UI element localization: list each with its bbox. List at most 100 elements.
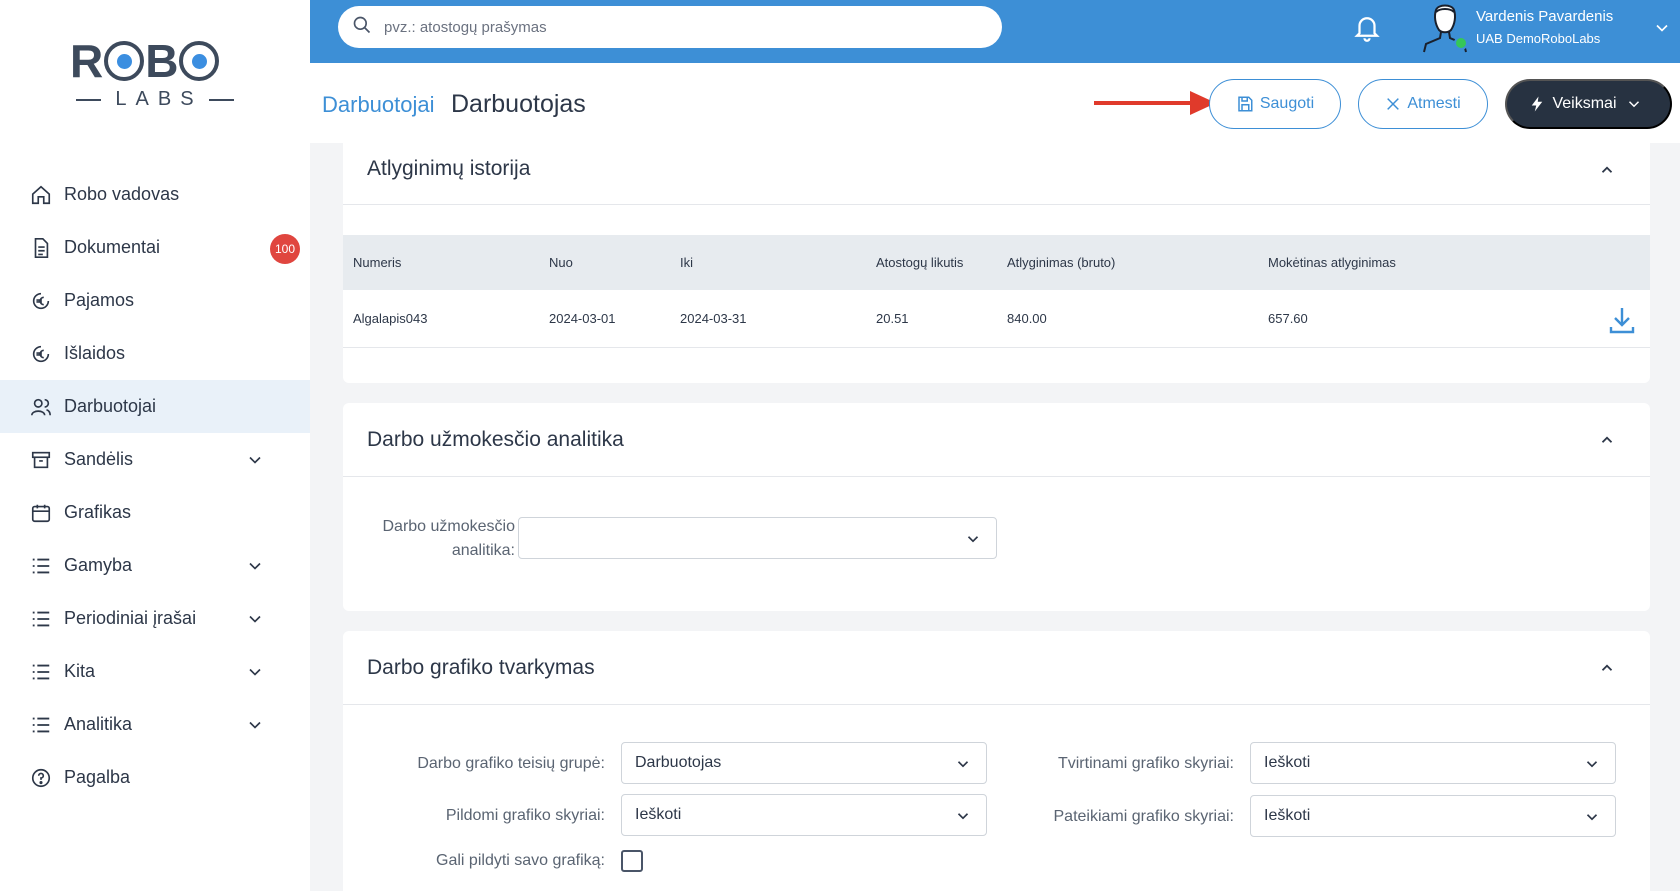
table-cell: 657.60 <box>1268 311 1308 326</box>
save-button[interactable]: Saugoti <box>1209 79 1341 129</box>
sidebar-item-grafikas[interactable]: Grafikas <box>0 486 310 539</box>
sidebar-item-pajamos[interactable]: Pajamos <box>0 274 310 327</box>
filled-sections-select[interactable]: Ieškoti <box>621 794 987 836</box>
sidebar-item-gamyba[interactable]: Gamyba <box>0 539 310 592</box>
search-input[interactable] <box>384 18 964 36</box>
sidebar-item-dokumentai[interactable]: Dokumentai 100 <box>0 221 310 274</box>
app-root: RB LABS Robo vadovas Dokumentai 100 Paja… <box>0 0 1680 891</box>
chevron-down-icon[interactable] <box>245 450 265 470</box>
chevron-up-icon[interactable] <box>1598 161 1616 179</box>
list-icon <box>30 608 52 630</box>
users-icon <box>30 396 52 418</box>
chevron-down-icon <box>954 807 972 825</box>
card-header[interactable]: Darbo užmokesčio analitika <box>343 403 1650 477</box>
select-value: Darbuotojas <box>635 754 722 771</box>
table-cell: Algalapis043 <box>353 311 428 326</box>
table-cell: 20.51 <box>876 311 909 326</box>
user-company[interactable]: UAB DemoRoboLabs <box>1476 31 1600 46</box>
cancel-label: Atmesti <box>1407 95 1461 112</box>
online-status-indicator <box>1454 36 1468 50</box>
submitted-sections-label: Pateikiami grafiko skyriai: <box>1053 808 1235 825</box>
chevron-down-icon <box>964 530 982 548</box>
sidebar-item-label: Sandėlis <box>64 449 134 469</box>
sidebar-item-robo-vadovas[interactable]: Robo vadovas <box>0 168 310 221</box>
cancel-button[interactable]: Atmesti <box>1358 79 1488 129</box>
salary-history-card: Atlyginimų istorija Numeris Nuo Iki Atos… <box>343 143 1650 383</box>
rights-group-label: Darbo grafiko teisių grupė: <box>417 755 605 772</box>
sidebar-item-periodiniai-irasai[interactable]: Periodiniai įrašai <box>0 592 310 645</box>
column-header: Numeris <box>353 255 402 270</box>
approved-sections-label: Tvirtinami grafiko skyriai: <box>1057 755 1234 772</box>
chevron-down-icon <box>954 755 972 773</box>
sidebar-item-sandelis[interactable]: Sandėlis <box>0 433 310 486</box>
rights-group-select[interactable]: Darbuotojas <box>621 742 987 784</box>
chevron-down-icon[interactable] <box>245 609 265 629</box>
euro-icon <box>30 290 52 312</box>
sidebar-item-label: Darbuotojai <box>64 396 157 416</box>
chevron-down-icon <box>1583 808 1601 826</box>
sidebar-item-label: Robo vadovas <box>64 184 180 204</box>
can-fill-own-schedule-label: Gali pildyti savo grafiką: <box>436 852 605 869</box>
sidebar: RB LABS Robo vadovas Dokumentai 100 Paja… <box>0 0 310 891</box>
submitted-sections-select[interactable]: Ieškoti <box>1250 795 1616 837</box>
card-header[interactable]: Atlyginimų istorija <box>343 143 1650 205</box>
search-bar[interactable] <box>338 6 1002 48</box>
label-line: Darbo užmokesčio <box>382 518 516 535</box>
chevron-down-icon <box>1628 101 1639 108</box>
sidebar-item-label: Išlaidos <box>64 343 126 363</box>
top-bar: Vardenis Pavardenis UAB DemoRoboLabs <box>310 0 1680 63</box>
user-name[interactable]: Vardenis Pavardenis <box>1476 8 1613 25</box>
lightning-icon <box>1532 96 1543 112</box>
sidebar-item-analitika[interactable]: Analitika <box>0 698 310 751</box>
breadcrumb-darbuotojai[interactable]: Darbuotojai <box>322 92 435 118</box>
column-header: Mokėtinas atlyginimas <box>1268 255 1396 270</box>
approved-sections-select[interactable]: Ieškoti <box>1250 742 1616 784</box>
sidebar-item-label: Pagalba <box>64 767 131 787</box>
chevron-up-icon[interactable] <box>1598 659 1616 677</box>
robolabs-logo[interactable]: RB LABS <box>70 38 240 118</box>
sidebar-item-darbuotojai[interactable]: Darbuotojai <box>0 380 310 433</box>
can-fill-own-schedule-checkbox[interactable] <box>621 850 643 872</box>
payroll-analytics-label: Darbo užmokesčio analitika: <box>355 515 516 563</box>
euro-icon <box>30 343 52 365</box>
download-icon[interactable] <box>1608 305 1636 335</box>
sidebar-item-pagalba[interactable]: Pagalba <box>0 751 310 804</box>
document-icon <box>30 237 52 259</box>
list-icon <box>30 661 52 683</box>
table-cell: 2024-03-01 <box>549 311 616 326</box>
bell-icon[interactable] <box>1352 12 1382 42</box>
sidebar-item-label: Kita <box>64 661 96 681</box>
filled-sections-label: Pildomi grafiko skyriai: <box>445 807 605 824</box>
table-header: Numeris Nuo Iki Atostogų likutis Atlygin… <box>343 235 1650 290</box>
payroll-analytics-select[interactable] <box>518 517 997 559</box>
chevron-down-icon[interactable] <box>245 556 265 576</box>
sidebar-item-kita[interactable]: Kita <box>0 645 310 698</box>
select-value: Ieškoti <box>1264 807 1311 824</box>
chevron-up-icon[interactable] <box>1598 431 1616 449</box>
schedule-management-card: Darbo grafiko tvarkymas Darbo grafiko te… <box>343 631 1650 891</box>
page-header: Darbuotojai Darbuotojas Saugoti Atmesti … <box>310 63 1680 143</box>
actions-button[interactable]: Veiksmai <box>1505 79 1672 129</box>
chevron-down-icon[interactable] <box>1652 18 1672 38</box>
list-icon <box>30 555 52 577</box>
sidebar-item-label: Pajamos <box>64 290 135 310</box>
chevron-down-icon[interactable] <box>245 715 265 735</box>
card-title: Darbo užmokesčio analitika <box>367 428 624 451</box>
sidebar-item-islaidos[interactable]: Išlaidos <box>0 327 310 380</box>
page-title: Darbuotojas <box>451 90 586 118</box>
close-icon <box>1387 98 1400 110</box>
select-value: Ieškoti <box>635 806 682 823</box>
card-header[interactable]: Darbo grafiko tvarkymas <box>343 631 1650 705</box>
list-icon <box>30 714 52 736</box>
table-row[interactable]: Algalapis043 2024-03-01 2024-03-31 20.51… <box>343 290 1650 348</box>
sidebar-item-label: Periodiniai įrašai <box>64 608 197 628</box>
label-line: analitika: <box>451 542 515 559</box>
search-icon <box>352 15 372 40</box>
column-header: Iki <box>680 255 693 270</box>
chevron-down-icon[interactable] <box>245 662 265 682</box>
sidebar-item-label: Gamyba <box>64 555 133 575</box>
home-icon <box>30 184 52 206</box>
column-header: Atostogų likutis <box>876 255 964 270</box>
card-title: Atlyginimų istorija <box>367 157 531 180</box>
sidebar-nav: Robo vadovas Dokumentai 100 Pajamos Išla… <box>0 168 310 804</box>
